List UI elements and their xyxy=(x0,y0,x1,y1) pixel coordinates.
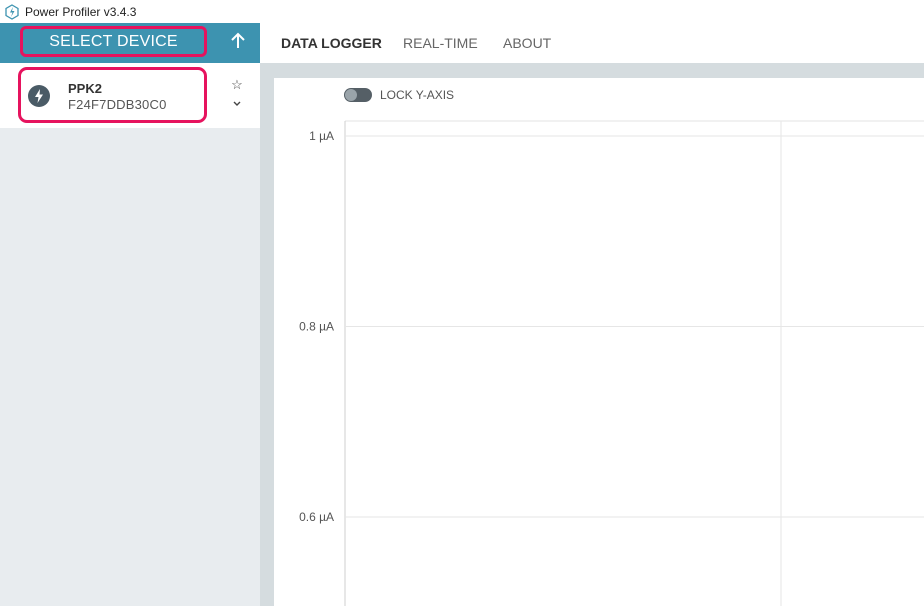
device-name: PPK2 xyxy=(68,81,102,96)
y-tick-label: 0.6 µA xyxy=(299,510,334,524)
chevron-down-icon xyxy=(232,95,242,113)
chart-panel: 1 µA 0.8 µA 0.6 µA LOCK Y-AXIS xyxy=(274,78,924,606)
window-title: Power Profiler v3.4.3 xyxy=(25,4,137,19)
device-serial: F24F7DDB30C0 xyxy=(68,97,167,112)
tab-about[interactable]: ABOUT xyxy=(503,35,551,51)
device-sidebar: SELECT DEVICE PPK2 F24F7DDB30C0 ☆ xyxy=(0,23,260,606)
favorite-button[interactable]: ☆ xyxy=(229,77,245,93)
lock-y-axis-label: LOCK Y-AXIS xyxy=(380,88,455,102)
select-device-button[interactable]: SELECT DEVICE xyxy=(20,26,207,57)
select-device-bar: SELECT DEVICE xyxy=(0,23,260,63)
expand-button[interactable] xyxy=(229,96,245,112)
main-area: DATA LOGGER REAL-TIME ABOUT 1 µA 0.8 µA 0.… xyxy=(260,23,924,606)
device-item[interactable]: PPK2 F24F7DDB30C0 ☆ xyxy=(0,63,260,128)
window-titlebar: Power Profiler v3.4.3 xyxy=(0,0,924,23)
tab-data-logger[interactable]: DATA LOGGER xyxy=(281,35,382,51)
collapse-button[interactable] xyxy=(226,31,250,55)
tab-real-time[interactable]: REAL-TIME xyxy=(403,35,478,51)
app-nav: DATA LOGGER REAL-TIME ABOUT xyxy=(260,23,924,63)
lightning-icon xyxy=(28,85,50,107)
lock-y-axis-toggle[interactable] xyxy=(344,88,372,102)
y-tick-label: 0.8 µA xyxy=(299,320,334,334)
star-outline-icon: ☆ xyxy=(231,77,243,92)
chart: 1 µA 0.8 µA 0.6 µA xyxy=(299,120,924,606)
arrow-up-icon xyxy=(230,32,246,55)
power-profiler-icon xyxy=(4,3,20,20)
toggle-knob xyxy=(345,89,357,101)
y-tick-label: 1 µA xyxy=(309,129,334,143)
